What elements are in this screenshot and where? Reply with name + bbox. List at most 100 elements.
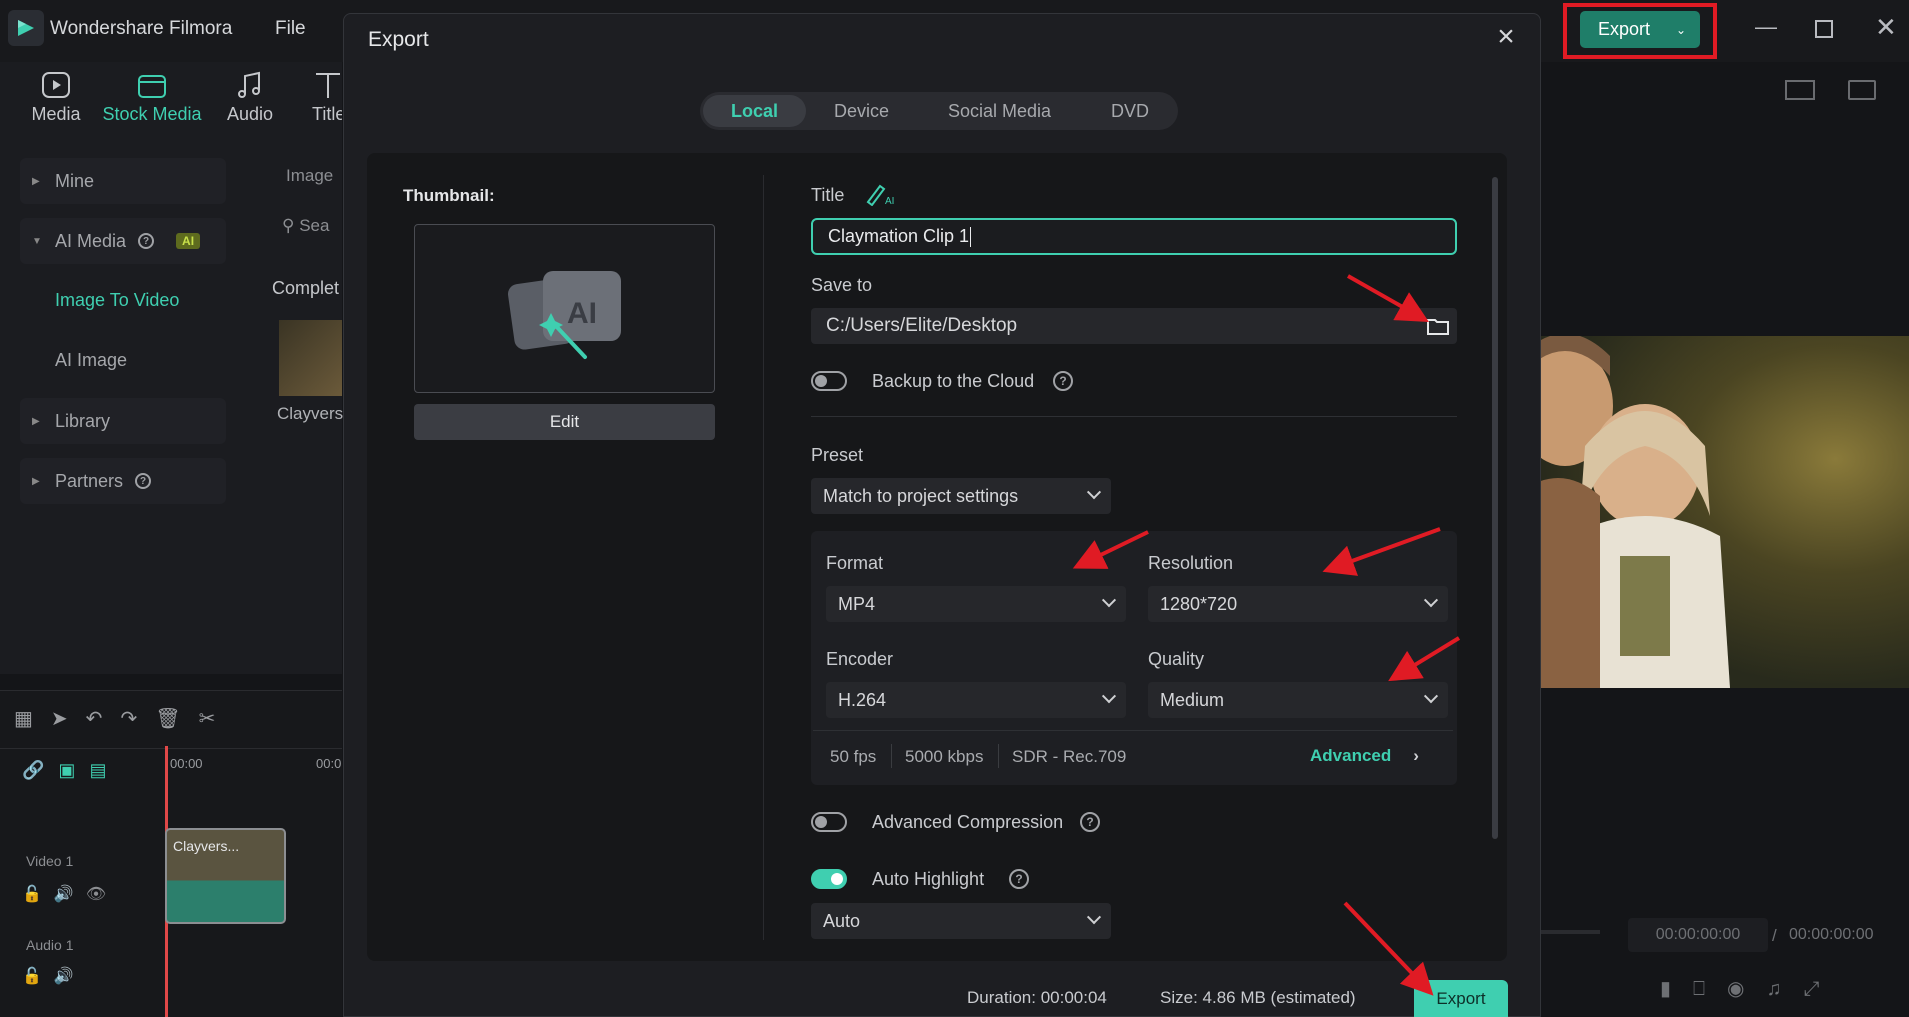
save-to-field[interactable]: C:/Users/Elite/Desktop bbox=[811, 308, 1457, 344]
title-label: Title bbox=[811, 185, 845, 205]
tab-social-media[interactable]: Social Media bbox=[948, 92, 1051, 130]
scope-icon[interactable] bbox=[1848, 80, 1876, 100]
resolution-select[interactable]: 1280*720 bbox=[1148, 586, 1448, 622]
advanced-label: Advanced bbox=[1310, 746, 1392, 765]
collapse-arrow-icon: ▼ bbox=[32, 235, 42, 247]
track-icon[interactable]: ▤ bbox=[89, 760, 120, 780]
export-tabs: Local Device Social Media DVD bbox=[700, 92, 1178, 130]
sidebar-item-library[interactable]: ▶ Library bbox=[20, 398, 226, 444]
edit-thumbnail-button[interactable]: Edit bbox=[414, 404, 715, 440]
fullscreen-icon[interactable]: ⤢ bbox=[1803, 978, 1841, 1000]
sidebar-item-ai-image[interactable]: AI Image bbox=[55, 350, 127, 371]
help-icon[interactable]: ? bbox=[135, 473, 152, 489]
scissors-icon[interactable]: ✂ bbox=[199, 708, 234, 730]
undo-icon[interactable]: ↶ bbox=[86, 708, 121, 730]
expand-arrow-icon: ▶ bbox=[32, 175, 40, 187]
group-icon[interactable]: ▣ bbox=[58, 760, 89, 780]
clip-thumbnail[interactable] bbox=[279, 320, 342, 396]
advanced-settings-link[interactable]: Advanced › bbox=[1310, 746, 1419, 766]
sidebar-item-mine[interactable]: ▶ Mine bbox=[20, 158, 226, 204]
close-window-icon[interactable]: ✕ bbox=[1875, 12, 1897, 43]
link-icon[interactable]: 🔗 bbox=[22, 760, 58, 780]
tab-audio[interactable]: Audio bbox=[225, 70, 275, 125]
help-icon[interactable]: ? bbox=[1009, 869, 1029, 889]
ai-pen-icon[interactable]: AI bbox=[865, 182, 895, 211]
search-field[interactable]: ⚲ Sea bbox=[282, 216, 329, 236]
title-input[interactable]: Claymation Clip 1 bbox=[811, 218, 1457, 255]
chevron-down-icon bbox=[1423, 689, 1439, 704]
title-text-icon bbox=[316, 73, 340, 98]
chevron-right-icon: › bbox=[1413, 746, 1419, 765]
auto-highlight-label: Auto Highlight bbox=[872, 869, 985, 889]
search-placeholder: Sea bbox=[299, 216, 330, 235]
export-button[interactable]: Export bbox=[1414, 980, 1508, 1017]
chevron-down-icon bbox=[1423, 593, 1439, 608]
auto-highlight-value: Auto bbox=[823, 910, 861, 931]
delete-icon[interactable]: 🗑 bbox=[155, 708, 198, 730]
advanced-compression-toggle[interactable] bbox=[811, 812, 847, 832]
sidebar-item-image-to-video[interactable]: Image To Video bbox=[55, 290, 179, 311]
chevron-down-icon bbox=[1101, 689, 1117, 704]
speaker-icon[interactable]: 🔊 bbox=[54, 968, 86, 985]
spec-bitrate: 5000 kbps bbox=[905, 747, 984, 766]
preview-progress-bar[interactable] bbox=[1540, 930, 1600, 934]
sidebar-item-ai-media[interactable]: ▼ AI Media ? AI bbox=[20, 218, 226, 264]
media-icon bbox=[42, 72, 70, 98]
preset-value: Match to project settings bbox=[823, 485, 1019, 506]
mute-icon[interactable]: ♫ bbox=[1766, 978, 1803, 1000]
layout-icon[interactable] bbox=[1785, 80, 1815, 100]
preset-select[interactable]: Match to project settings bbox=[811, 478, 1111, 514]
annotation-highlight-box bbox=[1563, 3, 1717, 59]
ai-badge: AI bbox=[176, 233, 201, 249]
sidebar-item-label: Mine bbox=[55, 170, 95, 191]
eye-icon[interactable]: 👁 bbox=[86, 886, 118, 903]
tab-local[interactable]: Local bbox=[703, 95, 807, 127]
help-icon[interactable]: ? bbox=[1053, 371, 1073, 391]
auto-highlight-toggle[interactable] bbox=[811, 869, 847, 889]
video-clip[interactable]: Clayvers... bbox=[165, 828, 286, 924]
backup-cloud-label: Backup to the Cloud bbox=[872, 371, 1035, 391]
speaker-icon[interactable]: 🔊 bbox=[54, 886, 86, 903]
spec-fps: 50 fps bbox=[830, 747, 877, 766]
folder-icon[interactable] bbox=[1426, 316, 1450, 336]
auto-highlight-select[interactable]: Auto bbox=[811, 903, 1111, 939]
help-icon[interactable]: ? bbox=[138, 233, 155, 249]
monitor-icon[interactable]: ⎕ bbox=[1693, 978, 1727, 1000]
minimize-icon[interactable]: — bbox=[1755, 14, 1777, 40]
encoder-value: H.264 bbox=[838, 689, 887, 710]
camera-icon[interactable]: ◉ bbox=[1727, 978, 1766, 1000]
audio-track-controls: 🔓🔊 bbox=[22, 966, 86, 986]
marker-icon[interactable]: ▮ bbox=[1660, 978, 1693, 1000]
tab-stock-media-label: Stock Media bbox=[102, 104, 202, 124]
encoder-select[interactable]: H.264 bbox=[826, 682, 1126, 718]
sidebar-item-label: AI Media bbox=[55, 230, 127, 251]
tab-audio-label: Audio bbox=[226, 104, 274, 124]
close-icon[interactable]: × bbox=[1490, 22, 1522, 54]
tab-title-label: Title bbox=[312, 104, 342, 124]
menu-file[interactable]: File bbox=[275, 18, 306, 40]
completed-heading: Complet bbox=[272, 278, 340, 298]
text-cursor bbox=[970, 226, 972, 247]
section-divider bbox=[811, 416, 1457, 417]
backup-cloud-toggle[interactable] bbox=[811, 371, 847, 391]
thumbnail-label: Thumbnail: bbox=[403, 186, 495, 205]
dialog-scrollbar[interactable] bbox=[1492, 177, 1498, 839]
restore-icon[interactable] bbox=[1815, 20, 1833, 38]
help-icon[interactable]: ? bbox=[1080, 812, 1100, 832]
redo-icon[interactable]: ↷ bbox=[120, 708, 155, 730]
quality-select[interactable]: Medium bbox=[1148, 682, 1448, 718]
stock-media-icon bbox=[138, 75, 166, 98]
lock-icon[interactable]: 🔓 bbox=[22, 968, 54, 985]
lock-icon[interactable]: 🔓 bbox=[22, 886, 54, 903]
format-select[interactable]: MP4 bbox=[826, 586, 1126, 622]
tab-media[interactable]: Media bbox=[30, 70, 82, 125]
tab-device[interactable]: Device bbox=[834, 92, 889, 130]
tab-title[interactable]: Title bbox=[312, 70, 342, 125]
format-value: MP4 bbox=[838, 593, 876, 614]
sidebar-item-partners[interactable]: ▶ Partners? bbox=[20, 458, 226, 504]
layout-grid-icon[interactable]: ▦ bbox=[14, 708, 51, 730]
tab-dvd[interactable]: DVD bbox=[1111, 92, 1149, 130]
tab-stock-media[interactable]: Stock Media bbox=[102, 70, 202, 125]
export-duration: Duration: 00:00:04 bbox=[967, 988, 1107, 1007]
select-arrow-icon[interactable]: ➤ bbox=[51, 708, 86, 730]
